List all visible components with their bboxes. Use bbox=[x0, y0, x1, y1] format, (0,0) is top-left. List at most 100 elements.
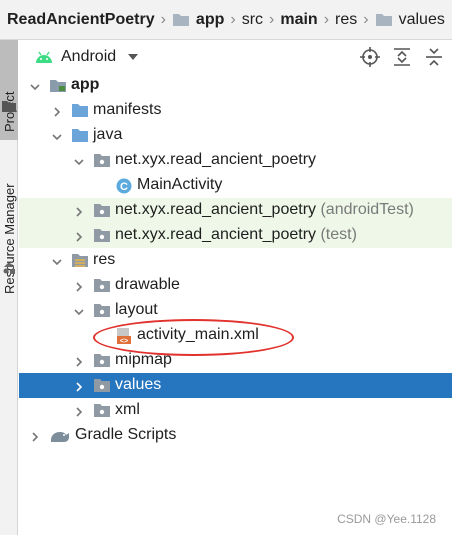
chevron-down-icon[interactable] bbox=[51, 130, 63, 142]
tree-row-values[interactable]: values bbox=[19, 373, 452, 398]
project-tree: app manifests java net.xyx.read_ancient_poe… bbox=[19, 73, 452, 448]
folder-icon bbox=[375, 14, 392, 26]
breadcrumb-label: values bbox=[398, 10, 445, 28]
tree-row-layout[interactable]: layout bbox=[19, 298, 452, 323]
breadcrumb-item-project[interactable]: ReadAncientPoetry bbox=[7, 11, 155, 29]
tree-row-suffix: (test) bbox=[320, 226, 357, 243]
chevron-right-icon[interactable] bbox=[73, 230, 85, 242]
breadcrumb-label: main bbox=[280, 10, 318, 28]
tree-row-manifests[interactable]: manifests bbox=[19, 98, 452, 123]
breadcrumb: ReadAncientPoetry › app › src › main › r… bbox=[0, 0, 452, 40]
breadcrumb-item-main[interactable]: main bbox=[280, 11, 317, 29]
folder-blue-icon bbox=[71, 127, 89, 143]
chevron-right-icon[interactable] bbox=[73, 205, 85, 217]
tree-row-label: xml bbox=[115, 401, 140, 419]
package-icon bbox=[93, 227, 111, 243]
chevron-right-icon[interactable] bbox=[73, 405, 85, 417]
chevron-down-icon[interactable] bbox=[51, 255, 63, 267]
tree-row-res[interactable]: res bbox=[19, 248, 452, 273]
folder-icon bbox=[172, 14, 189, 26]
folder-icon bbox=[2, 101, 16, 112]
tree-row-text: java bbox=[93, 126, 123, 143]
locate-icon[interactable] bbox=[360, 46, 380, 68]
tree-row-gradle-scripts[interactable]: Gradle Scripts bbox=[19, 423, 452, 448]
tree-row-text: net.xyx.read_ancient_poetry bbox=[115, 151, 317, 168]
collapse-all-icon[interactable] bbox=[424, 46, 444, 68]
chevron-right-icon[interactable] bbox=[73, 380, 85, 392]
tree-row-xml[interactable]: xml bbox=[19, 398, 452, 423]
tree-row-pkg-android-test[interactable]: net.xyx.read_ancient_poetry (androidTest… bbox=[19, 198, 452, 223]
chevron-right-icon: › bbox=[363, 10, 369, 28]
tree-row-text: layout bbox=[115, 301, 158, 318]
watermark: CSDN @Yee.1128 bbox=[337, 512, 436, 526]
breadcrumb-item-res[interactable]: res bbox=[335, 11, 357, 29]
tree-row-label: MainActivity bbox=[137, 176, 222, 194]
tree-row-main-activity[interactable]: C MainActivity bbox=[19, 173, 452, 198]
breadcrumb-item-src[interactable]: src bbox=[242, 11, 263, 29]
tree-row-text: net.xyx.read_ancient_poetry bbox=[115, 201, 317, 218]
tree-row-label: net.xyx.read_ancient_poetry bbox=[115, 151, 316, 169]
tree-row-drawable[interactable]: drawable bbox=[19, 273, 452, 298]
tree-row-label: net.xyx.read_ancient_poetry (test) bbox=[115, 226, 357, 244]
tool-window-strip: Project Resource Manager bbox=[0, 40, 18, 535]
chevron-right-icon[interactable] bbox=[29, 430, 41, 442]
chevron-right-icon[interactable] bbox=[73, 355, 85, 367]
tree-row-text: Gradle Scripts bbox=[75, 426, 177, 443]
resources-icon bbox=[3, 262, 15, 274]
chevron-right-icon[interactable] bbox=[73, 280, 85, 292]
chevron-right-icon: › bbox=[323, 10, 330, 28]
class-icon: C bbox=[115, 177, 133, 194]
breadcrumb-item-app[interactable]: app bbox=[172, 11, 224, 29]
tree-row-text: net.xyx.read_ancient_poetry bbox=[115, 226, 317, 243]
package-icon bbox=[93, 277, 111, 293]
tree-row-text: app bbox=[71, 76, 100, 93]
tab-project[interactable]: Project bbox=[0, 40, 18, 140]
package-icon bbox=[93, 202, 111, 218]
tree-row-text: drawable bbox=[115, 276, 180, 293]
tree-row-text: manifests bbox=[93, 101, 162, 118]
tree-row-pkg-main[interactable]: net.xyx.read_ancient_poetry bbox=[19, 148, 452, 173]
tree-row-label: Gradle Scripts bbox=[75, 426, 176, 444]
svg-text:C: C bbox=[120, 181, 128, 193]
chevron-down-icon[interactable] bbox=[73, 305, 85, 317]
package-icon bbox=[93, 402, 111, 418]
android-icon bbox=[36, 51, 52, 63]
view-mode-dropdown[interactable]: Android bbox=[61, 48, 139, 66]
breadcrumb-label: src bbox=[241, 10, 264, 28]
chevron-down-icon[interactable] bbox=[29, 80, 41, 92]
expand-all-icon[interactable] bbox=[392, 46, 412, 68]
tree-row-pkg-test[interactable]: net.xyx.read_ancient_poetry (test) bbox=[19, 223, 452, 248]
breadcrumb-label: ReadAncientPoetry bbox=[7, 10, 155, 28]
breadcrumb-label: app bbox=[195, 10, 225, 28]
project-view-toolbar: Android bbox=[19, 40, 452, 74]
tree-row-label: res bbox=[93, 251, 115, 269]
tree-row-text: values bbox=[115, 376, 162, 393]
chevron-right-icon: › bbox=[160, 10, 166, 28]
breadcrumb-label: res bbox=[335, 10, 358, 28]
package-icon bbox=[93, 377, 111, 393]
tree-row-text: MainActivity bbox=[137, 176, 223, 193]
chevron-right-icon: › bbox=[269, 10, 275, 28]
package-icon bbox=[93, 352, 111, 368]
breadcrumb-item-values[interactable]: values bbox=[375, 11, 445, 29]
res-folder-icon bbox=[71, 252, 89, 268]
tree-row-label: manifests bbox=[93, 101, 161, 119]
tree-row-label: net.xyx.read_ancient_poetry (androidTest… bbox=[115, 201, 414, 219]
tree-row-text: res bbox=[93, 251, 116, 268]
chevron-down-icon bbox=[128, 54, 139, 60]
tree-row-label: java bbox=[93, 126, 122, 144]
tree-row-java[interactable]: java bbox=[19, 123, 452, 148]
tree-row-label: app bbox=[71, 76, 99, 94]
tree-row-text: xml bbox=[115, 401, 140, 418]
view-mode-label: Android bbox=[61, 48, 117, 65]
tree-row-app[interactable]: app bbox=[19, 73, 452, 98]
tab-resource-manager-label: Resource Manager bbox=[2, 183, 17, 294]
chevron-right-icon: › bbox=[230, 10, 236, 28]
chevron-down-icon[interactable] bbox=[73, 155, 85, 167]
tree-row-label: values bbox=[115, 376, 161, 394]
tree-row-suffix: (androidTest) bbox=[320, 201, 414, 218]
tree-row-label: drawable bbox=[115, 276, 180, 294]
chevron-right-icon[interactable] bbox=[51, 105, 63, 117]
package-icon bbox=[93, 302, 111, 318]
package-icon bbox=[93, 152, 111, 168]
